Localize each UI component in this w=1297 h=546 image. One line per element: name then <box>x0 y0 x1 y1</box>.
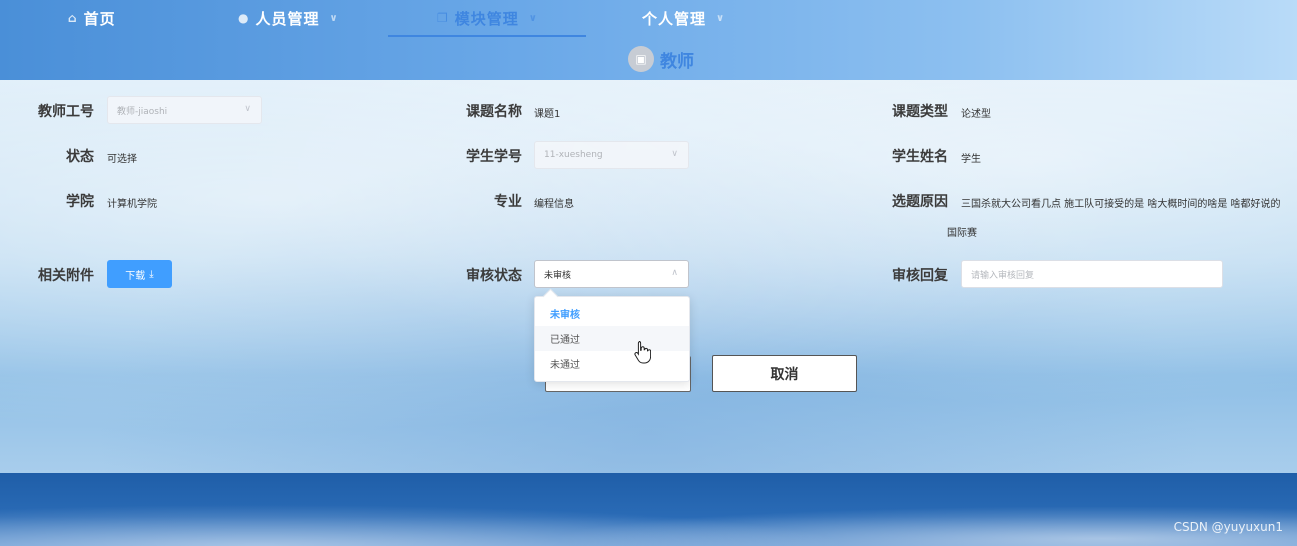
hand-cursor-icon <box>634 341 651 364</box>
main-nav: ⌂ 首页 ● 人员管理 ∨ ❐ 模块管理 ∨ 个人管理 ∨ <box>0 0 1297 37</box>
chevron-down-icon: ∨ <box>329 12 339 24</box>
nav-item-label: 个人管理 <box>642 9 707 28</box>
nav-item-home[interactable]: ⌂ 首页 <box>68 6 116 30</box>
home-icon: ⌂ <box>68 11 78 25</box>
review-status-value: 未审核 <box>544 270 572 281</box>
nav-item-label: 模块管理 <box>454 9 519 28</box>
download-icon: ⤓ <box>149 268 154 280</box>
chevron-down-icon: ∨ <box>671 149 678 159</box>
status-label: 状态 <box>66 149 94 165</box>
student-name-value: 学生 <box>961 154 981 165</box>
student-id-label: 学生学号 <box>466 149 522 165</box>
reason-value-line1: 三国杀就大公司看几点 施工队可接受的是 啥大概时间的啥是 啥都好说的 <box>961 199 1281 210</box>
review-reply-input[interactable]: 请输入审核回复 <box>961 260 1223 288</box>
chevron-down-icon: ∨ <box>716 12 726 24</box>
student-id-value: 11-xuesheng <box>544 150 603 160</box>
form-panel: 教师工号 教师-jiaoshi ∨ 课题名称 课题1 课题类型 论述型 状态 可… <box>0 80 1297 473</box>
dropdown-option-rejected[interactable]: 未通过 <box>535 351 689 376</box>
background-decoration <box>0 473 1297 546</box>
copy-icon: ❐ <box>437 11 449 25</box>
reason-label: 选题原因 <box>892 194 948 210</box>
dropdown-option-label: 未审核 <box>550 310 580 321</box>
review-reply-label: 审核回复 <box>892 268 948 284</box>
download-button-label: 下载 <box>125 270 146 282</box>
chevron-up-icon: ∧ <box>671 268 678 278</box>
teacher-id-select[interactable]: 教师-jiaoshi ∨ <box>107 96 262 124</box>
teacher-id-value: 教师-jiaoshi <box>117 106 168 117</box>
status-value: 可选择 <box>107 154 137 165</box>
review-reply-placeholder: 请输入审核回复 <box>971 270 1035 281</box>
nav-active-indicator <box>388 35 586 37</box>
nav-item-label: 首页 <box>83 9 116 28</box>
review-status-select[interactable]: 未审核 ∧ <box>534 260 689 288</box>
topic-type-value: 论述型 <box>961 109 991 120</box>
dropdown-option-label: 未通过 <box>550 360 580 371</box>
attachment-label: 相关附件 <box>38 268 94 284</box>
download-button[interactable]: 下载 ⤓ <box>107 260 172 288</box>
major-value: 编程信息 <box>534 199 574 210</box>
top-bar: ⌂ 首页 ● 人员管理 ∨ ❐ 模块管理 ∨ 个人管理 ∨ ▣ 教师 <box>0 0 1297 80</box>
review-status-label: 审核状态 <box>466 268 522 284</box>
user-icon: ● <box>238 11 250 25</box>
chevron-down-icon: ∨ <box>244 104 251 114</box>
page-title-text: 教师 <box>660 51 694 72</box>
nav-item-modules[interactable]: ❐ 模块管理 ∨ <box>437 6 538 30</box>
cancel-button[interactable]: 取消 <box>712 355 857 392</box>
topic-name-value: 课题1 <box>534 109 561 120</box>
watermark: CSDN @yuyuxun1 <box>1173 520 1283 534</box>
page-title: ▣ 教师 <box>628 46 694 72</box>
reason-value-line2: 国际赛 <box>947 228 977 239</box>
dropdown-option-label: 已通过 <box>550 335 580 346</box>
chevron-down-icon: ∨ <box>528 12 538 24</box>
topic-type-label: 课题类型 <box>892 104 948 120</box>
college-label: 学院 <box>66 194 94 210</box>
nav-item-label: 人员管理 <box>255 9 320 28</box>
dropdown-option-pending[interactable]: 未审核 <box>535 301 689 326</box>
nav-item-personal[interactable]: 个人管理 ∨ <box>642 6 725 30</box>
student-name-label: 学生姓名 <box>892 149 948 165</box>
image-icon: ▣ <box>628 46 654 72</box>
teacher-id-label: 教师工号 <box>38 104 94 120</box>
topic-name-label: 课题名称 <box>466 104 522 120</box>
nav-item-personnel[interactable]: ● 人员管理 ∨ <box>238 6 339 30</box>
dropdown-option-approved[interactable]: 已通过 <box>535 326 689 351</box>
cancel-button-label: 取消 <box>770 366 799 383</box>
college-value: 计算机学院 <box>107 199 157 210</box>
review-status-dropdown: 未审核 已通过 未通过 <box>534 296 690 382</box>
major-label: 专业 <box>494 194 522 210</box>
student-id-select[interactable]: 11-xuesheng ∨ <box>534 141 689 169</box>
